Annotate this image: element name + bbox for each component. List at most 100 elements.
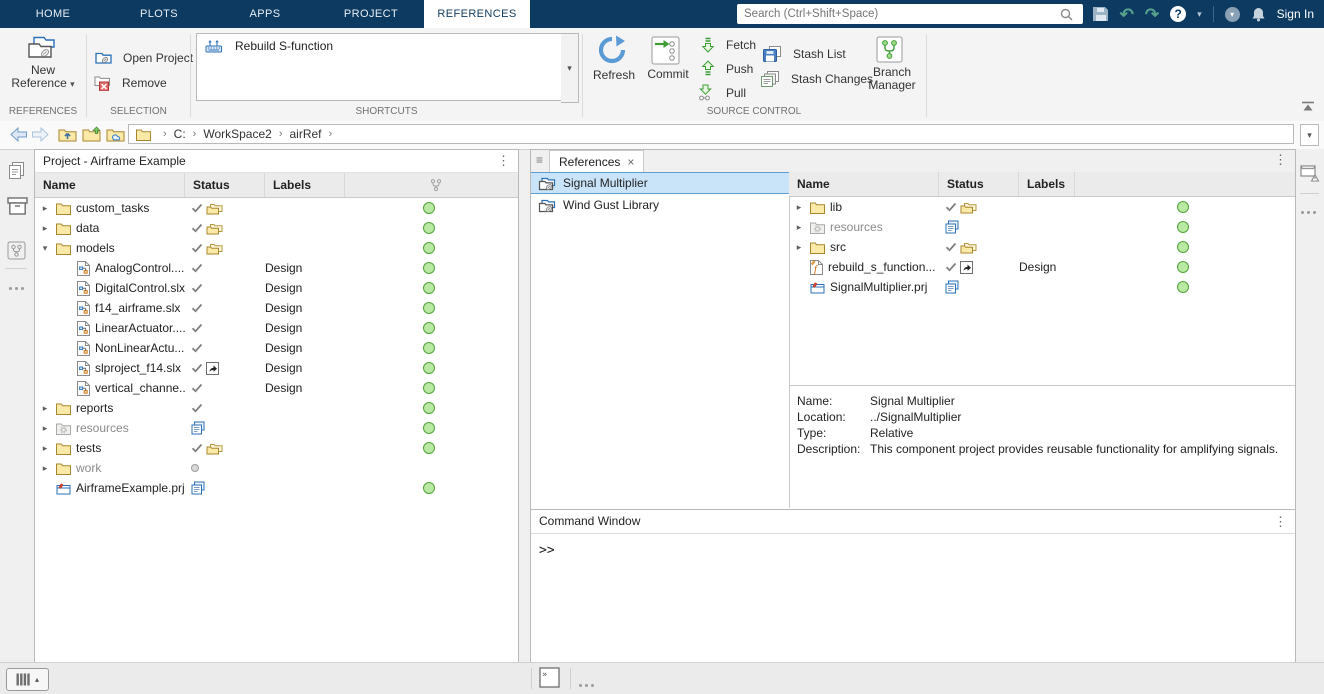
more-panels-icon[interactable] xyxy=(9,279,12,293)
shortcuts-gallery-dropdown[interactable]: ▾ xyxy=(561,33,579,103)
branch-status-cell xyxy=(345,302,518,314)
remove-label: Remove xyxy=(122,76,167,90)
table-row[interactable]: ▸data xyxy=(35,218,518,238)
table-row[interactable]: AnalogControl....Design xyxy=(35,258,518,278)
files-panel-icon[interactable] xyxy=(7,161,26,183)
tab-list-icon[interactable]: ≡ xyxy=(536,153,543,167)
ribbon-tab-home[interactable]: HOME xyxy=(0,0,106,28)
table-row[interactable]: frebuild_s_function...Design xyxy=(789,257,1295,277)
folders-stack-icon xyxy=(206,241,223,255)
new-reference-button[interactable]: New Reference ▾ xyxy=(3,33,83,91)
search-input[interactable] xyxy=(737,8,1060,20)
address-dropdown[interactable]: ▾ xyxy=(1300,124,1319,146)
panel-menu-icon[interactable]: ⋮ xyxy=(1274,510,1287,533)
table-row[interactable]: ▸reports xyxy=(35,398,518,418)
close-icon[interactable]: × xyxy=(627,152,634,173)
references-toolstrip: New Reference ▾ Open Project Remove Rebu… xyxy=(0,28,1324,122)
column-header-name[interactable]: Name xyxy=(789,172,939,196)
open-project-button[interactable]: Open Project xyxy=(94,50,193,65)
back-icon[interactable] xyxy=(9,126,28,146)
table-row[interactable]: ▸resources xyxy=(35,418,518,438)
save-icon[interactable] xyxy=(1092,6,1109,22)
detail-label: Name: xyxy=(797,393,870,409)
table-row[interactable]: LinearActuator....Design xyxy=(35,318,518,338)
account-menu-icon[interactable]: ▾ xyxy=(1225,7,1240,22)
sign-in-link[interactable]: Sign In xyxy=(1277,7,1314,21)
column-header-status[interactable]: Status xyxy=(939,172,1019,196)
undo-icon[interactable]: ↶ xyxy=(1120,6,1134,23)
fetch-button[interactable]: Fetch xyxy=(701,36,756,53)
remove-button[interactable]: Remove xyxy=(94,75,167,91)
shortcut-rebuild-s-function[interactable]: Rebuild S-function xyxy=(197,34,562,58)
table-row[interactable]: NonLinearActu...Design xyxy=(35,338,518,358)
green-dot-icon xyxy=(423,322,435,334)
table-row[interactable]: slproject_f14.slxDesign xyxy=(35,358,518,378)
table-row[interactable]: DigitalControl.slxDesign xyxy=(35,278,518,298)
ribbon-tab-apps[interactable]: APPS xyxy=(212,0,318,28)
branch-manager-button[interactable]: Branch Manager xyxy=(862,36,922,92)
ribbon-tab-references[interactable]: REFERENCES xyxy=(424,0,530,28)
refresh-button[interactable]: Refresh xyxy=(586,34,642,82)
more-panels-icon[interactable] xyxy=(1301,203,1304,217)
branches-panel-icon[interactable] xyxy=(7,241,26,263)
item-name: vertical_channe... xyxy=(95,381,185,395)
table-row[interactable]: ▾models xyxy=(35,238,518,258)
table-row[interactable]: vertical_channe...Design xyxy=(35,378,518,398)
help-icon[interactable]: ? xyxy=(1170,6,1186,22)
column-header-labels[interactable]: Labels xyxy=(265,173,345,197)
panel-layout-button[interactable]: ▴ xyxy=(6,668,49,691)
notifications-bell-icon[interactable] xyxy=(1251,6,1266,22)
forward-icon[interactable] xyxy=(31,126,50,146)
check-icon xyxy=(191,263,203,273)
table-row[interactable]: ▸resources xyxy=(789,217,1295,237)
detail-value: This component project provides reusable… xyxy=(870,441,1287,457)
table-row[interactable]: f14_airframe.slxDesign xyxy=(35,298,518,318)
reference-list-item[interactable]: Signal Multiplier xyxy=(531,172,789,194)
divider xyxy=(1213,6,1214,22)
column-header-branch[interactable] xyxy=(345,173,518,197)
status-cell xyxy=(185,283,265,293)
browse-folder-icon[interactable] xyxy=(82,126,101,146)
panel-menu-icon[interactable]: ⋮ xyxy=(1274,152,1287,168)
table-row[interactable]: SignalMultiplier.prj xyxy=(789,277,1295,297)
commit-button[interactable]: Commit xyxy=(641,36,695,81)
pull-button[interactable]: Pull xyxy=(698,84,746,101)
column-header-labels[interactable]: Labels xyxy=(1019,172,1075,196)
tab-references[interactable]: References × xyxy=(549,150,644,173)
breadcrumb[interactable]: ›C:›WorkSpace2›airRef› xyxy=(128,124,1294,144)
table-row[interactable]: AirframeExample.prj xyxy=(35,478,518,498)
table-row[interactable]: ▸work xyxy=(35,458,518,478)
more-tools-icon[interactable] xyxy=(579,676,582,690)
redo-icon[interactable]: ↷ xyxy=(1145,6,1159,23)
help-caret-icon[interactable]: ▾ xyxy=(1197,9,1202,20)
breadcrumb-item[interactable]: airRef xyxy=(290,127,322,141)
ribbon-tab-project[interactable]: PROJECT xyxy=(318,0,424,28)
up-one-level-icon[interactable] xyxy=(58,126,77,146)
stash-changes-button[interactable]: Stash Changes xyxy=(761,71,873,87)
commit-label: Commit xyxy=(647,68,688,81)
status-cell xyxy=(185,441,265,455)
push-button[interactable]: Push xyxy=(701,60,753,77)
stash-list-button[interactable]: Stash List xyxy=(763,46,846,62)
column-header-status[interactable]: Status xyxy=(185,173,265,197)
command-window-toggle-button[interactable]: » xyxy=(539,667,561,692)
table-row[interactable]: ▸src xyxy=(789,237,1295,257)
table-row[interactable]: ▸lib xyxy=(789,197,1295,217)
right-sidebar-strip xyxy=(1295,149,1324,663)
panel-menu-icon[interactable]: ⋮ xyxy=(497,150,510,172)
cloud-folder-icon[interactable] xyxy=(106,126,125,146)
table-row[interactable]: ▸custom_tasks xyxy=(35,198,518,218)
table-row[interactable]: ▸tests xyxy=(35,438,518,458)
project-panel-icon[interactable] xyxy=(7,197,28,218)
collapse-ribbon-icon[interactable] xyxy=(1300,100,1316,115)
breadcrumb-item[interactable]: WorkSpace2 xyxy=(203,127,271,141)
run-checks-panel-icon[interactable] xyxy=(1300,163,1321,186)
ribbon-tab-plots[interactable]: PLOTS xyxy=(106,0,212,28)
detail-field: Name:Signal Multiplier xyxy=(797,393,1287,409)
column-header-name[interactable]: Name xyxy=(35,173,185,197)
reference-list-item[interactable]: Wind Gust Library xyxy=(531,194,789,216)
reference-file-tree: ▸lib▸resources▸srcfrebuild_s_function...… xyxy=(789,197,1295,297)
command-prompt[interactable]: >> xyxy=(531,534,1295,567)
breadcrumb-item[interactable]: C: xyxy=(174,127,186,141)
global-search[interactable] xyxy=(737,4,1083,24)
